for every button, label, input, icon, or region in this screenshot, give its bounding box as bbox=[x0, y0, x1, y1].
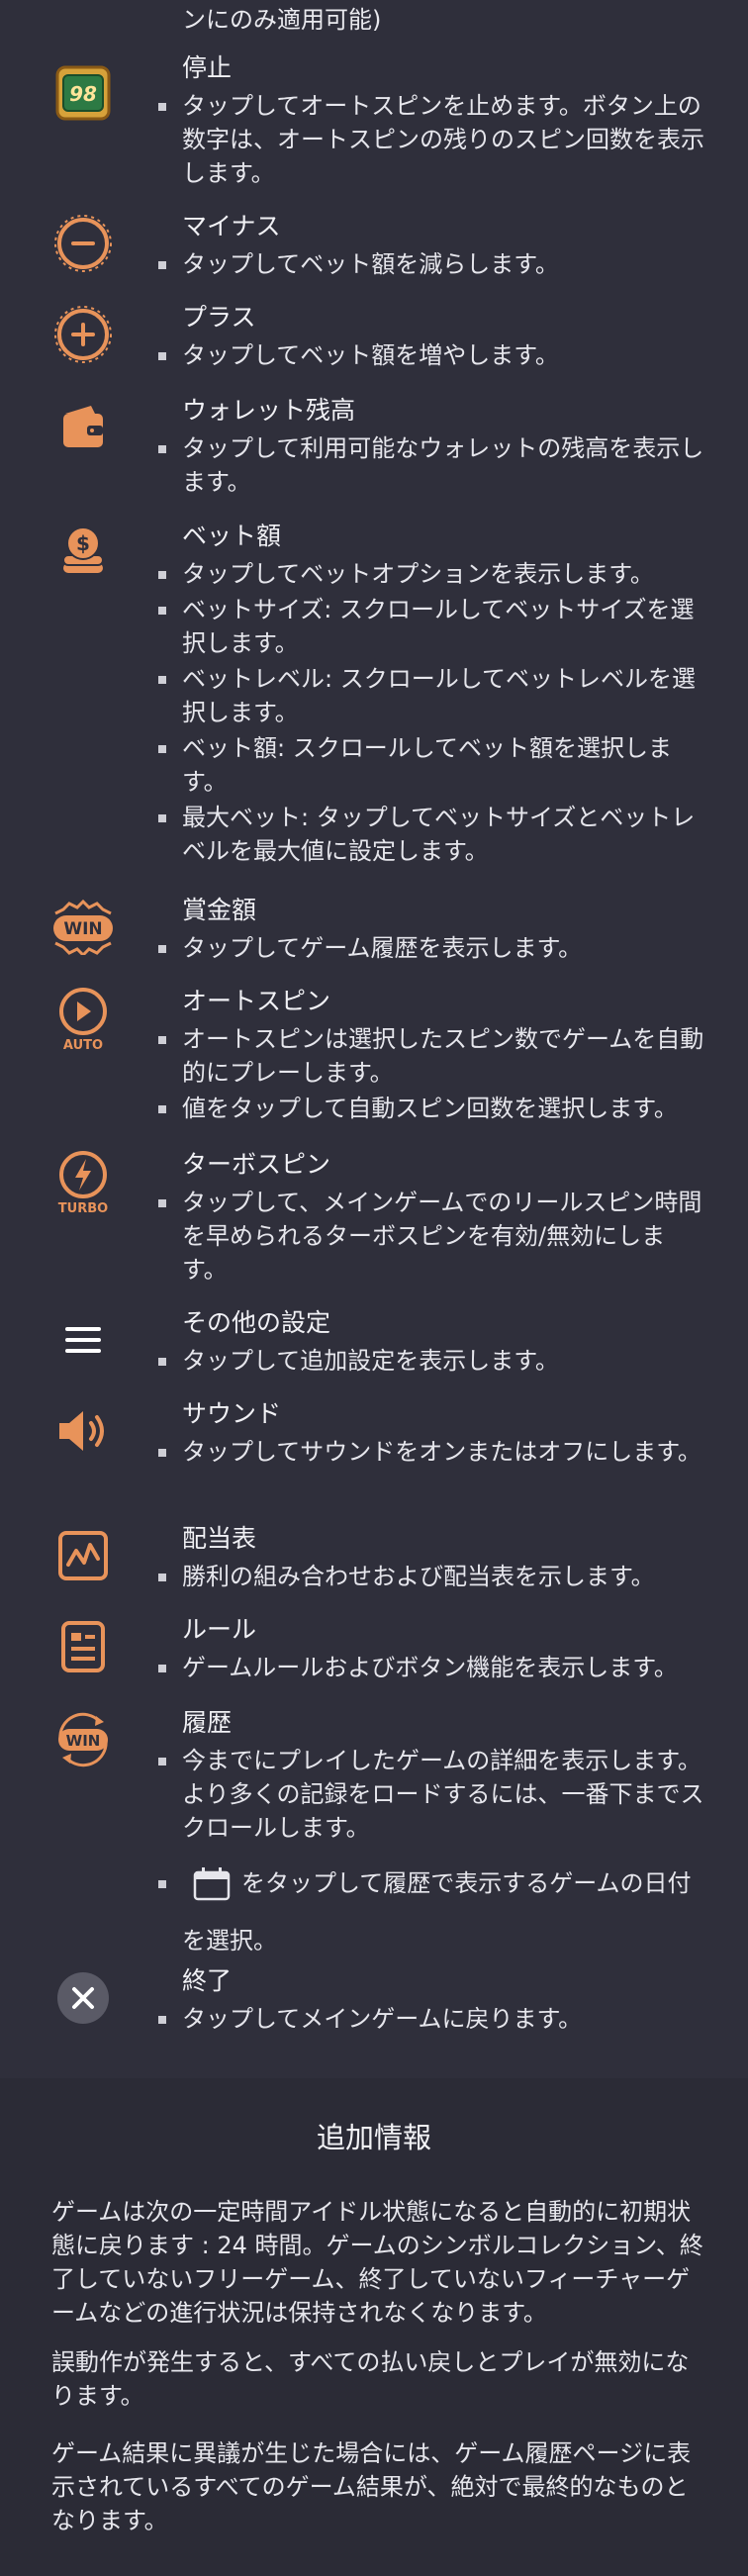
autospin-bullet: 値をタップして自動スピン回数を選択します。 bbox=[158, 1092, 706, 1125]
exit-bullet: タップしてメインゲームに戻ります。 bbox=[158, 2002, 706, 2036]
rules-bullet: ゲームルールおよびボタン機能を表示します。 bbox=[158, 1651, 706, 1684]
menu-icon bbox=[49, 1306, 117, 1374]
wallet-bullet: タップして利用可能なウォレットの残高を表示します。 bbox=[158, 431, 706, 499]
sound-title: サウンド bbox=[182, 1399, 282, 1428]
win-icon: WIN bbox=[49, 894, 117, 961]
win-title: 賞金額 bbox=[182, 896, 257, 924]
help-page: ンにのみ適用可能) 98 停止 タップしてオートスピンを止めます。ボタン上の数字… bbox=[0, 0, 748, 2576]
extra-info-title: 追加情報 bbox=[316, 2121, 431, 2154]
autospin-icon: AUTO bbox=[49, 985, 117, 1052]
settings-title: その他の設定 bbox=[182, 1308, 331, 1337]
svg-text:$: $ bbox=[76, 531, 90, 555]
history-bullet: 今までにプレイしたゲームの詳細を表示します。より多くの記録をロードするには、一番… bbox=[158, 1744, 706, 1845]
exit-title: 終了 bbox=[182, 1966, 233, 1995]
turbo-bullet: タップして、メインゲームでのリールスピン時間を早められるターボスピンを有効/無効… bbox=[158, 1186, 706, 1287]
stop-title: 停止 bbox=[182, 53, 233, 82]
close-icon bbox=[49, 1964, 117, 2032]
history-icon: WIN bbox=[49, 1706, 117, 1773]
stop-badge-count: 98 bbox=[69, 82, 97, 106]
autospin-title: オートスピン bbox=[182, 987, 331, 1015]
extra-paragraph: ゲームは次の一定時間アイドル状態になると自動的に初期状態に戻ります : 24 時… bbox=[51, 2198, 703, 2327]
plus-title: プラス bbox=[182, 303, 256, 332]
minus-title: マイナス bbox=[182, 212, 281, 240]
plus-bullet: タップしてベット額を増やします。 bbox=[158, 338, 706, 372]
win-icon-label: WIN bbox=[63, 919, 102, 939]
paytable-title: 配当表 bbox=[182, 1524, 257, 1553]
bet-title: ベット額 bbox=[182, 522, 282, 550]
plus-icon bbox=[49, 301, 117, 368]
bet-bullet: タップしてベットオプションを表示します。 bbox=[158, 557, 706, 591]
autospin-bullet: オートスピンは選択したスピン数でゲームを自動的にプレーします。 bbox=[158, 1022, 706, 1090]
calendar-icon bbox=[193, 1867, 231, 1901]
sound-bullet: タップしてサウンドをオンまたはオフにします。 bbox=[158, 1435, 706, 1469]
settings-bullet: タップして追加設定を表示します。 bbox=[158, 1344, 706, 1378]
turbo-icon-label: TURBO bbox=[58, 1201, 108, 1214]
bet-bullet: ベットサイズ: スクロールしてベットサイズを選択します。 bbox=[158, 593, 706, 660]
turbo-icon: TURBO bbox=[49, 1148, 117, 1215]
win-bullet: タップしてゲーム履歴を表示します。 bbox=[158, 931, 706, 965]
wallet-title: ウォレット残高 bbox=[182, 396, 356, 425]
turbo-title: ターボスピン bbox=[182, 1150, 331, 1179]
minus-bullet: タップしてベット額を減らします。 bbox=[158, 247, 706, 281]
history-icon-label: WIN bbox=[66, 1732, 101, 1750]
rules-title: ルール bbox=[182, 1615, 257, 1644]
paytable-chart-icon bbox=[49, 1522, 117, 1589]
history-title: 履歴 bbox=[182, 1708, 233, 1737]
top-note: ンにのみ適用可能) bbox=[182, 6, 382, 34]
extra-paragraph: 誤動作が発生すると、すべての払い戻しとプレイが無効になります。 bbox=[51, 2348, 690, 2410]
history-calendar-text: をタップして履歴で表示するゲームの日付を選択。 bbox=[182, 1869, 692, 1955]
history-calendar-bullet: をタップして履歴で表示するゲームの日付を選択。 bbox=[158, 1855, 706, 1969]
paytable-bullet: 勝利の組み合わせおよび配当表を示します。 bbox=[158, 1560, 706, 1593]
speaker-icon bbox=[49, 1397, 117, 1465]
stop-bullet: タップしてオートスピンを止めます。ボタン上の数字は、オートスピンの残りのスピン回… bbox=[158, 89, 706, 190]
minus-icon bbox=[49, 210, 117, 277]
wallet-icon bbox=[49, 394, 117, 461]
autospin-icon-label: AUTO bbox=[63, 1038, 103, 1051]
bet-bullet: 最大ベット: タップしてベットサイズとベットレベルを最大値に設定します。 bbox=[158, 801, 706, 868]
bet-bullet: ベット額: スクロールしてベット額を選択します。 bbox=[158, 731, 706, 799]
bet-bullet: ベットレベル: スクロールしてベットレベルを選択します。 bbox=[158, 662, 706, 729]
coins-icon: $ bbox=[49, 520, 117, 587]
rules-document-icon bbox=[49, 1613, 117, 1680]
stop-badge-icon: 98 bbox=[49, 59, 117, 127]
extra-paragraph: ゲーム結果に異議が生じた場合には、ゲーム履歴ページに表示されているすべてのゲーム… bbox=[51, 2439, 692, 2534]
